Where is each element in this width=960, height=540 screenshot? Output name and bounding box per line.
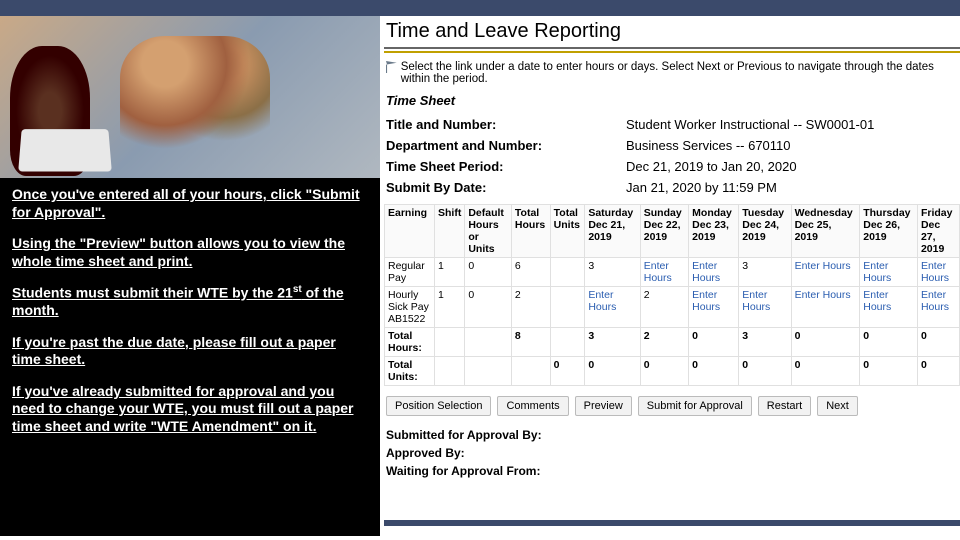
total-label: Total Hours: <box>385 328 435 357</box>
total-cell: 0 <box>689 357 739 386</box>
total-label: Total Units: <box>385 357 435 386</box>
meta-title-value: Student Worker Instructional -- SW0001-0… <box>624 114 944 135</box>
meta-dept-value: Business Services -- 670110 <box>624 135 944 156</box>
cell <box>550 258 585 287</box>
total-cell: 0 <box>739 357 791 386</box>
cell: 6 <box>511 258 550 287</box>
instruction-deadline: Students must submit their WTE by the 21… <box>12 284 368 320</box>
enter-hours-link[interactable]: Enter Hours <box>860 258 918 287</box>
enter-hours-link[interactable]: Enter Hours <box>917 287 959 328</box>
col-header: Total Hours <box>511 205 550 258</box>
col-header: Saturday Dec 21, 2019 <box>585 205 640 258</box>
table-row: Hourly Sick Pay AB1522102Enter Hours2Ent… <box>385 287 960 328</box>
col-header: Earning <box>385 205 435 258</box>
next-button[interactable]: Next <box>817 396 858 416</box>
total-cell: 0 <box>917 328 959 357</box>
total-row: Total Hours:83203000 <box>385 328 960 357</box>
total-cell: 0 <box>791 357 860 386</box>
cell <box>435 328 465 357</box>
col-header: Default Hours or Units <box>465 205 512 258</box>
table-row: Regular Pay1063Enter HoursEnter Hours3En… <box>385 258 960 287</box>
hint-text: Select the link under a date to enter ho… <box>401 61 958 85</box>
enter-hours-link[interactable]: Enter Hours <box>689 287 739 328</box>
cell: Regular Pay <box>385 258 435 287</box>
instruction-sidebar: Once you've entered all of your hours, c… <box>0 16 380 536</box>
top-border <box>0 0 960 16</box>
enter-hours-link[interactable]: Enter Hours <box>585 287 640 328</box>
cell: 0 <box>465 287 512 328</box>
enter-hours-link[interactable]: Enter Hours <box>917 258 959 287</box>
comments-button[interactable]: Comments <box>497 396 568 416</box>
total-row: Total Units:00000000 <box>385 357 960 386</box>
position-selection-button[interactable]: Position Selection <box>386 396 491 416</box>
total-cell: 0 <box>917 357 959 386</box>
cell: 3 <box>739 258 791 287</box>
cell <box>465 357 512 386</box>
col-header: Wednesday Dec 25, 2019 <box>791 205 860 258</box>
total-cell: 3 <box>739 328 791 357</box>
instruction-submit: Once you've entered all of your hours, c… <box>12 186 368 221</box>
total-cell: 3 <box>585 328 640 357</box>
status-submitted: Submitted for Approval By: <box>384 426 960 444</box>
cell <box>550 287 585 328</box>
meta-period-value: Dec 21, 2019 to Jan 20, 2020 <box>624 156 944 177</box>
cell <box>435 357 465 386</box>
timesheet-heading: Time Sheet <box>384 91 960 114</box>
col-header: Total Units <box>550 205 585 258</box>
total-cell: 8 <box>511 328 550 357</box>
total-cell: 0 <box>860 328 918 357</box>
total-cell: 0 <box>640 357 688 386</box>
enter-hours-link[interactable]: Enter Hours <box>860 287 918 328</box>
page-title: Time and Leave Reporting <box>384 16 960 49</box>
meta-dept-label: Department and Number: <box>384 135 624 156</box>
instruction-hint: Select the link under a date to enter ho… <box>384 53 960 91</box>
meta-submit-value: Jan 21, 2020 by 11:59 PM <box>624 177 944 198</box>
action-buttons: Position Selection Comments Preview Submit … <box>386 396 958 416</box>
restart-button[interactable]: Restart <box>758 396 811 416</box>
enter-hours-link[interactable]: Enter Hours <box>791 258 860 287</box>
instruction-amendment: If you've already submitted for approval… <box>12 383 368 436</box>
flag-icon <box>386 61 397 73</box>
total-cell: 0 <box>585 357 640 386</box>
enter-hours-link[interactable]: Enter Hours <box>739 287 791 328</box>
cell: Hourly Sick Pay AB1522 <box>385 287 435 328</box>
bottom-border <box>384 520 960 526</box>
meta-title-label: Title and Number: <box>384 114 624 135</box>
cell <box>465 328 512 357</box>
status-approved: Approved By: <box>384 444 960 462</box>
submit-for-approval-button[interactable]: Submit for Approval <box>638 396 752 416</box>
total-cell: 0 <box>550 357 585 386</box>
total-cell <box>511 357 550 386</box>
total-cell: 2 <box>640 328 688 357</box>
timesheet-panel: Time and Leave Reporting Select the link… <box>384 16 960 480</box>
col-header: Tuesday Dec 24, 2019 <box>739 205 791 258</box>
cell: 1 <box>435 258 465 287</box>
cell: 1 <box>435 287 465 328</box>
meta-submit-label: Submit By Date: <box>384 177 624 198</box>
enter-hours-link[interactable]: Enter Hours <box>640 258 688 287</box>
meta-period-label: Time Sheet Period: <box>384 156 624 177</box>
cell: 2 <box>640 287 688 328</box>
enter-hours-link[interactable]: Enter Hours <box>689 258 739 287</box>
metadata-table: Title and Number:Student Worker Instruct… <box>384 114 944 198</box>
total-cell <box>550 328 585 357</box>
enter-hours-link[interactable]: Enter Hours <box>791 287 860 328</box>
col-header: Friday Dec 27, 2019 <box>917 205 959 258</box>
status-waiting: Waiting for Approval From: <box>384 462 960 480</box>
col-header: Thursday Dec 26, 2019 <box>860 205 918 258</box>
photo-people-laptop <box>0 16 380 178</box>
cell: 2 <box>511 287 550 328</box>
preview-button[interactable]: Preview <box>575 396 632 416</box>
col-header: Shift <box>435 205 465 258</box>
hours-grid: EarningShiftDefault Hours or UnitsTotal … <box>384 204 960 386</box>
instruction-late: If you're past the due date, please fill… <box>12 334 368 369</box>
cell: 0 <box>465 258 512 287</box>
total-cell: 0 <box>860 357 918 386</box>
cell: 3 <box>585 258 640 287</box>
col-header: Monday Dec 23, 2019 <box>689 205 739 258</box>
instruction-preview: Using the "Preview" button allows you to… <box>12 235 368 270</box>
col-header: Sunday Dec 22, 2019 <box>640 205 688 258</box>
total-cell: 0 <box>791 328 860 357</box>
total-cell: 0 <box>689 328 739 357</box>
